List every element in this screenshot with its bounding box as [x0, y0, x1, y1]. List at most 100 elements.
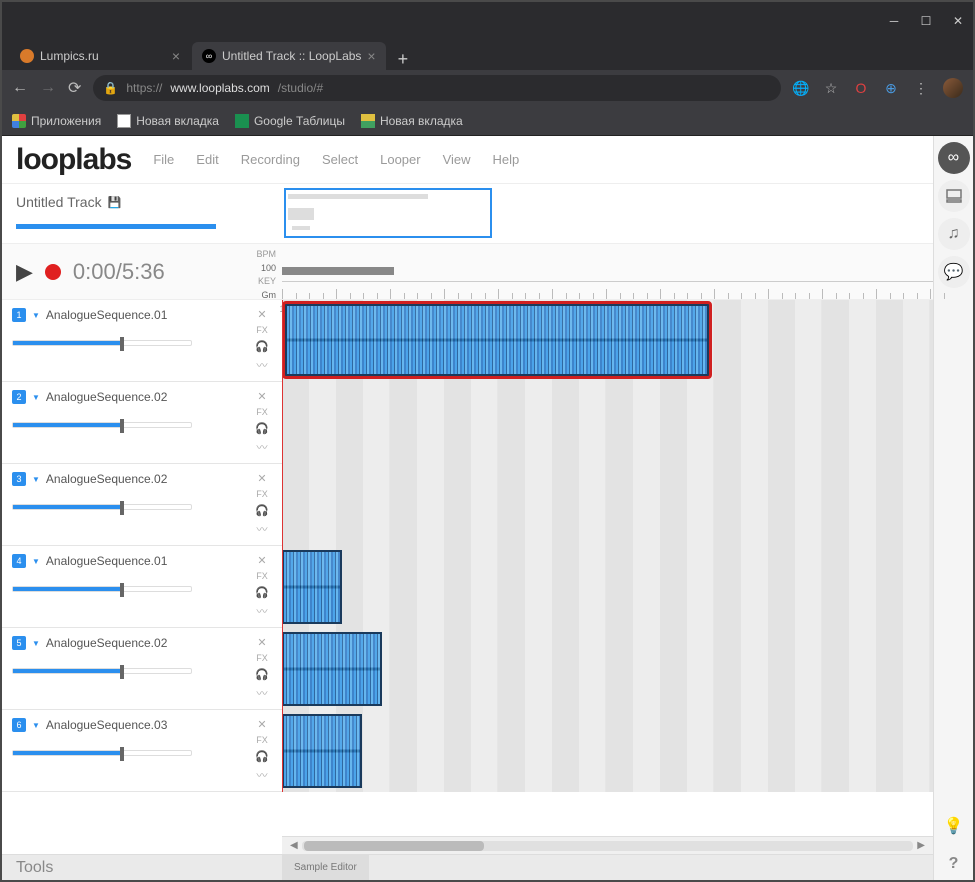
clip-lane[interactable]	[282, 382, 933, 464]
new-tab-button[interactable]: +	[388, 49, 419, 70]
sample-editor-tab[interactable]: Sample Editor	[282, 855, 369, 880]
volume-slider[interactable]	[12, 668, 192, 674]
star-icon[interactable]: ☆	[823, 80, 839, 96]
shuffle-icon[interactable]: ✕	[257, 308, 266, 321]
clip-lane[interactable]	[282, 710, 933, 792]
wave-icon[interactable]: 〰	[257, 685, 268, 701]
globe-icon[interactable]: ⊕	[883, 80, 899, 96]
wave-icon[interactable]: 〰	[257, 603, 268, 619]
chevron-down-icon[interactable]: ▼	[32, 393, 40, 402]
volume-slider[interactable]	[12, 750, 192, 756]
audio-clip[interactable]	[282, 301, 712, 379]
shuffle-icon[interactable]: ✕	[257, 390, 266, 403]
track-header[interactable]: 3 ▼ AnalogueSequence.02	[2, 464, 242, 545]
headphones-icon[interactable]: 🎧	[255, 586, 269, 599]
wave-icon[interactable]: 〰	[257, 767, 268, 783]
browser-tab-looplabs[interactable]: ∞ Untitled Track :: LoopLabs ×	[192, 42, 386, 70]
horizontal-scrollbar[interactable]: ◀ ▶	[282, 836, 933, 854]
bookmark-sheets[interactable]: Google Таблицы	[235, 114, 345, 128]
track-header[interactable]: 4 ▼ AnalogueSequence.01	[2, 546, 242, 627]
clip-lane[interactable]	[282, 628, 933, 710]
track-header[interactable]: 6 ▼ AnalogueSequence.03	[2, 710, 242, 791]
chevron-down-icon[interactable]: ▼	[32, 557, 40, 566]
menu-looper[interactable]: Looper	[380, 152, 420, 167]
scroll-right-icon[interactable]: ▶	[913, 840, 929, 851]
url-input[interactable]: 🔒 https://www.looplabs.com/studio/#	[93, 75, 781, 101]
overview-panel[interactable]	[282, 184, 933, 243]
menu-file[interactable]: File	[153, 152, 174, 167]
fx-button[interactable]: FX	[256, 489, 268, 499]
chevron-down-icon[interactable]: ▼	[32, 639, 40, 648]
clip-lane[interactable]	[282, 546, 933, 628]
menu-edit[interactable]: Edit	[196, 152, 218, 167]
fx-button[interactable]: FX	[256, 325, 268, 335]
opera-icon[interactable]: O	[853, 80, 869, 96]
reload-button[interactable]: ⟳	[68, 78, 81, 98]
shuffle-icon[interactable]: ✕	[257, 472, 266, 485]
volume-slider[interactable]	[12, 340, 192, 346]
shuffle-icon[interactable]: ✕	[257, 636, 266, 649]
fx-button[interactable]: FX	[256, 653, 268, 663]
browser-tab-lumpics[interactable]: Lumpics.ru ×	[10, 42, 190, 70]
menu-view[interactable]: View	[443, 152, 471, 167]
chevron-down-icon[interactable]: ▼	[32, 721, 40, 730]
back-button[interactable]: ←	[12, 79, 28, 97]
menu-icon[interactable]: ⋮	[913, 80, 929, 96]
headphones-icon[interactable]: 🎧	[255, 750, 269, 763]
menu-recording[interactable]: Recording	[241, 152, 300, 167]
avatar[interactable]	[943, 78, 963, 98]
headphones-icon[interactable]: 🎧	[255, 504, 269, 517]
bookmark-apps[interactable]: Приложения	[12, 114, 101, 128]
tab-close-icon[interactable]: ×	[172, 48, 180, 64]
bookmark-newtab[interactable]: Новая вкладка	[117, 114, 219, 128]
volume-slider[interactable]	[12, 504, 192, 510]
volume-slider[interactable]	[12, 422, 192, 428]
audio-clip[interactable]	[282, 550, 342, 624]
audio-clip[interactable]	[282, 632, 382, 706]
track-header[interactable]: 1 ▼ AnalogueSequence.01	[2, 300, 242, 381]
music-icon[interactable]: ♫	[938, 218, 970, 250]
help-icon[interactable]: ?	[938, 848, 970, 880]
save-icon[interactable]: 💾	[108, 196, 122, 209]
menu-select[interactable]: Select	[322, 152, 358, 167]
audio-clip[interactable]	[282, 714, 362, 788]
translate-icon[interactable]: 🌐	[793, 80, 809, 96]
shuffle-icon[interactable]: ✕	[257, 554, 266, 567]
drive-icon[interactable]	[938, 180, 970, 212]
fx-button[interactable]: FX	[256, 735, 268, 745]
chevron-down-icon[interactable]: ▼	[32, 311, 40, 320]
hint-icon[interactable]: 💡	[938, 810, 970, 842]
wave-icon[interactable]: 〰	[257, 357, 268, 373]
menu-help[interactable]: Help	[493, 152, 520, 167]
bookmark-newtab2[interactable]: Новая вкладка	[361, 114, 463, 128]
volume-slider[interactable]	[12, 586, 192, 592]
wave-icon[interactable]: 〰	[257, 439, 268, 455]
fx-button[interactable]: FX	[256, 407, 268, 417]
track-header[interactable]: 5 ▼ AnalogueSequence.02	[2, 628, 242, 709]
shuffle-icon[interactable]: ✕	[257, 718, 266, 731]
record-button[interactable]	[45, 264, 61, 280]
headphones-icon[interactable]: 🎧	[255, 422, 269, 435]
scroll-thumb[interactable]	[304, 841, 484, 851]
loop-icon[interactable]: ∞	[938, 142, 970, 174]
clip-lane[interactable]	[282, 464, 933, 546]
close-button[interactable]: ✕	[951, 14, 965, 28]
overview-viewport[interactable]	[284, 188, 492, 238]
maximize-button[interactable]: ☐	[919, 14, 933, 28]
chevron-down-icon[interactable]: ▼	[32, 475, 40, 484]
headphones-icon[interactable]: 🎧	[255, 668, 269, 681]
timeline-ruler[interactable]: 159131721252933374145	[282, 244, 933, 299]
loop-region[interactable]	[282, 267, 394, 275]
track-header[interactable]: 2 ▼ AnalogueSequence.02	[2, 382, 242, 463]
chat-icon[interactable]: 💬	[938, 256, 970, 288]
scroll-left-icon[interactable]: ◀	[286, 840, 302, 851]
minimize-button[interactable]: ─	[887, 14, 901, 28]
tab-close-icon[interactable]: ×	[367, 48, 375, 64]
fx-button[interactable]: FX	[256, 571, 268, 581]
playhead[interactable]	[282, 300, 283, 792]
headphones-icon[interactable]: 🎧	[255, 340, 269, 353]
clip-lane[interactable]	[282, 300, 933, 382]
play-button[interactable]: ▶	[16, 259, 33, 285]
wave-icon[interactable]: 〰	[257, 521, 268, 537]
track-title[interactable]: Untitled Track 💾	[16, 194, 268, 210]
